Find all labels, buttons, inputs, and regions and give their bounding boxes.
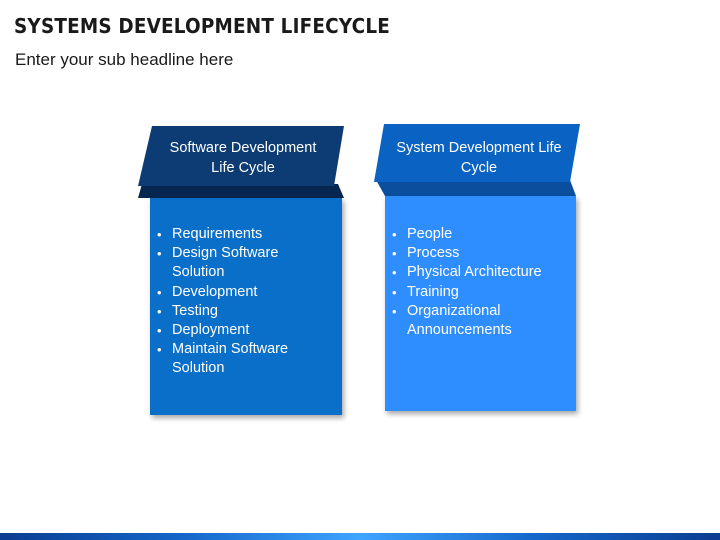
list-item-continuation: Solution xyxy=(172,264,225,281)
list-item-continuation: Solution xyxy=(172,360,225,377)
list-item: Design Software xyxy=(150,244,342,263)
list-item: Physical Architecture xyxy=(385,263,576,282)
list-item: Maintain Software xyxy=(150,340,342,359)
card-body: People Process Physical Architecture Tra… xyxy=(385,196,576,411)
software-development-life-cycle-card: Software Development Life Cycle Requirem… xyxy=(138,126,344,416)
card-header-line: Life Cycle xyxy=(211,160,275,176)
card-header-line: System Development Life xyxy=(396,140,562,156)
list-item: Testing xyxy=(150,302,342,321)
card-header-line: Cycle xyxy=(460,160,498,176)
list-item: Process xyxy=(385,244,576,263)
list-item: Deployment xyxy=(150,321,342,340)
slide-title: SYSTEMS DEVELOPMENT LIFECYCLE xyxy=(14,14,391,38)
card-header-title: Software Development Life Cycle xyxy=(148,130,338,186)
list-item: Development xyxy=(150,283,342,302)
card-header-line: Software Development xyxy=(169,140,317,156)
list-item: Requirements xyxy=(150,225,342,244)
system-development-life-cycle-card: System Development Life Cycle People Pro… xyxy=(374,124,580,414)
slide-subtitle: Enter your sub headline here xyxy=(15,50,234,69)
list-item-continuation: Announcements xyxy=(407,322,512,339)
card-header-title: System Development Life Cycle xyxy=(382,130,576,186)
footer-gradient-bar xyxy=(0,533,720,540)
card-body: Requirements Design Software Solution De… xyxy=(150,198,342,415)
list-item: Training xyxy=(385,283,576,302)
list-item: Organizational xyxy=(385,302,576,321)
list-item: People xyxy=(385,225,576,244)
